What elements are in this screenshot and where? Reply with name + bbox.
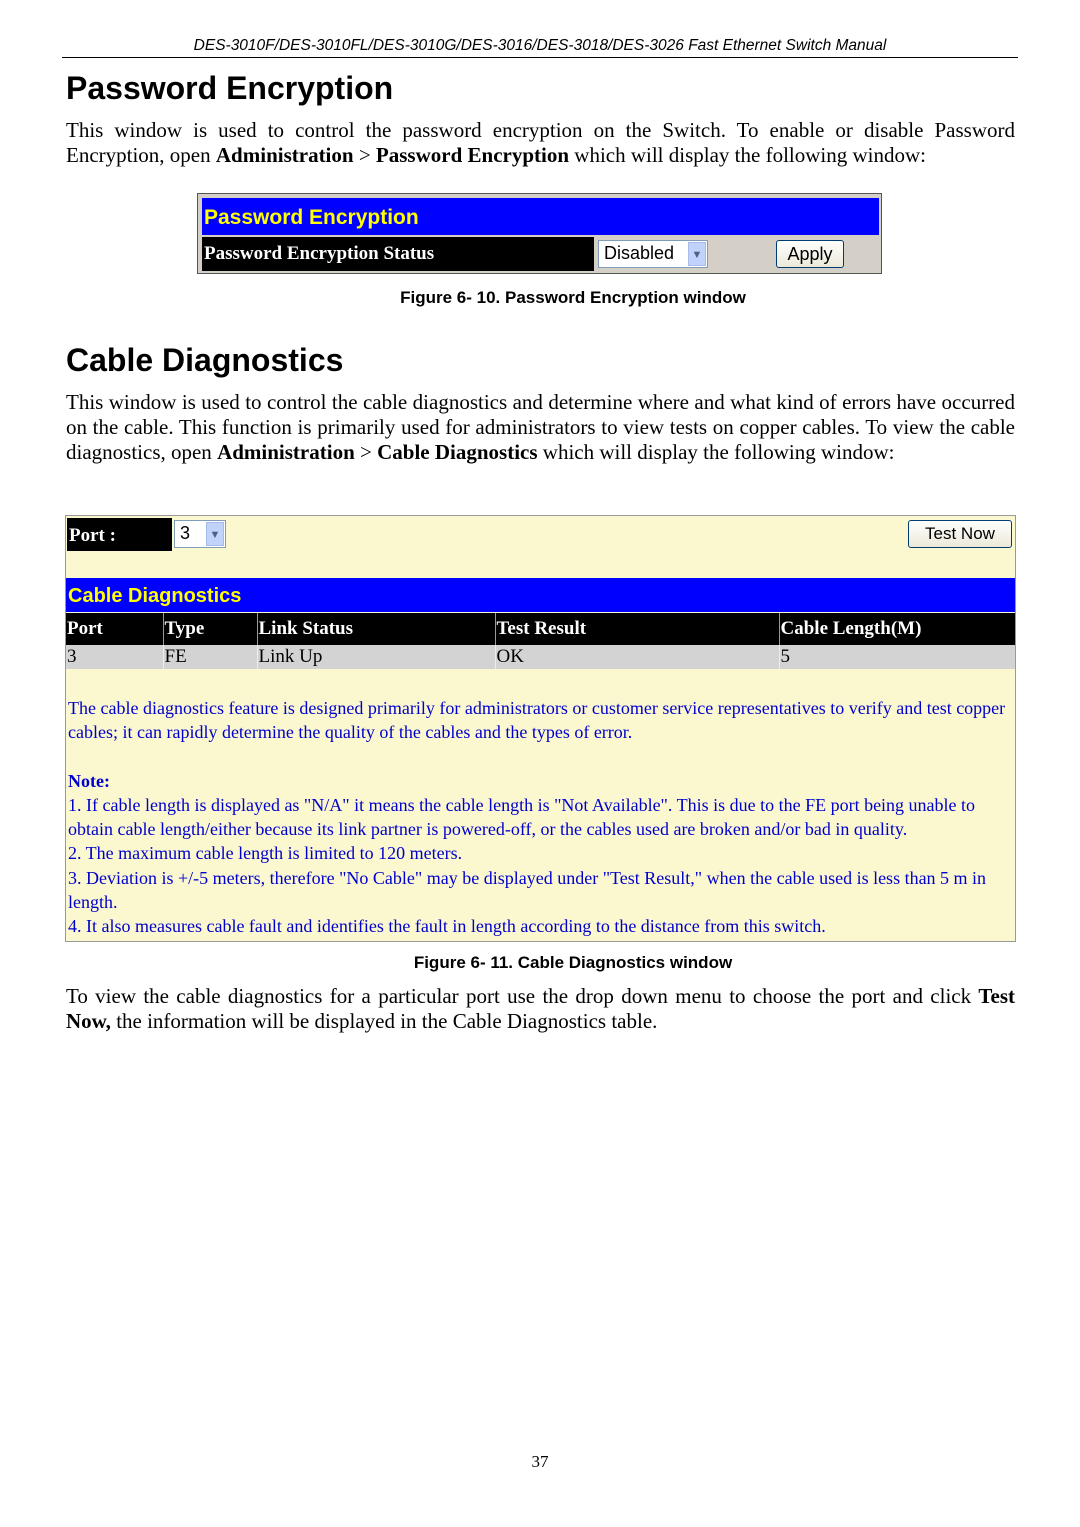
diagnostics-notes: The cable diagnostics feature is designe…: [68, 696, 1008, 939]
menu-path-bold: Administration: [217, 440, 355, 464]
column-header: Port: [66, 613, 163, 645]
apply-button[interactable]: Apply: [776, 240, 844, 268]
password-encryption-window: Password Encryption Password Encryption …: [197, 193, 882, 274]
table-header-row: Port Type Link Status Test Result Cable …: [66, 613, 1015, 645]
column-header: Type: [162, 613, 257, 645]
column-header: Test Result: [494, 613, 779, 645]
chevron-down-icon: ▼: [688, 242, 706, 266]
menu-path-bold: Password Encryption: [375, 143, 570, 167]
note-item: 4. It also measures cable fault and iden…: [68, 916, 826, 937]
select-value: Disabled: [604, 243, 675, 263]
menu-path-bold: Administration: [215, 143, 354, 167]
port-label: Port :: [67, 518, 172, 551]
chevron-down-icon: ▼: [206, 522, 224, 546]
cell-test-result: OK: [494, 645, 779, 669]
port-select[interactable]: 3 ▼: [174, 520, 226, 548]
text: >: [353, 143, 376, 167]
encryption-status-select[interactable]: Disabled ▼: [598, 240, 708, 268]
select-value: 3: [180, 523, 191, 543]
text: To view the cable diagnostics for a part…: [66, 984, 979, 1008]
test-now-button[interactable]: Test Now: [908, 520, 1012, 548]
figure-caption: Figure 6- 10. Password Encryption window: [400, 288, 746, 307]
cable-diagnostics-usage: To view the cable diagnostics for a part…: [66, 984, 1015, 1034]
text: >: [354, 440, 378, 464]
note-item: 2. The maximum cable length is limited t…: [68, 843, 463, 864]
table-row: 3 FE Link Up OK 5: [66, 645, 1015, 669]
password-encryption-intro: This window is used to control the passw…: [66, 118, 1015, 168]
description: The cable diagnostics feature is designe…: [68, 698, 1006, 743]
header-rule: [62, 57, 1018, 58]
cable-diagnostics-table: Port Type Link Status Test Result Cable …: [66, 613, 1015, 669]
text: which will display the following window:: [569, 143, 927, 167]
column-header: Link Status: [256, 613, 495, 645]
cell-cable-length: 5: [778, 645, 1015, 669]
note-item: 1. If cable length is displayed as "N/A"…: [68, 794, 976, 840]
column-header: Cable Length(M): [778, 613, 1015, 645]
window-title-bar: Password Encryption: [202, 198, 879, 235]
text: the information will be displayed in the…: [110, 1009, 658, 1033]
text: which will display the following window:: [537, 440, 895, 464]
note-title: Note:: [68, 770, 110, 791]
section-title-password-encryption: Password Encryption: [66, 70, 394, 106]
cable-diagnostics-window: Port : 3 ▼ Test Now Cable Diagnostics Po…: [65, 515, 1016, 942]
window-title-bar: Cable Diagnostics: [66, 578, 1015, 612]
cell-type: FE: [162, 645, 257, 669]
note-item: 3. Deviation is +/-5 meters, therefore "…: [68, 867, 987, 913]
status-label: Password Encryption Status: [202, 237, 594, 271]
cable-diagnostics-intro: This window is used to control the cable…: [66, 390, 1015, 465]
running-header: DES-3010F/DES-3010FL/DES-3010G/DES-3016/…: [193, 37, 887, 54]
section-title-cable-diagnostics: Cable Diagnostics: [66, 342, 344, 378]
menu-path-bold: Cable Diagnostics: [377, 440, 538, 464]
page-number: 37: [531, 1452, 549, 1471]
figure-caption: Figure 6- 11. Cable Diagnostics window: [413, 953, 733, 972]
cell-link-status: Link Up: [256, 645, 495, 669]
status-controls: Disabled ▼ Apply: [594, 237, 879, 271]
cell-port: 3: [66, 645, 163, 669]
manual-page: DES-3010F/DES-3010FL/DES-3010G/DES-3016/…: [0, 0, 1080, 1527]
